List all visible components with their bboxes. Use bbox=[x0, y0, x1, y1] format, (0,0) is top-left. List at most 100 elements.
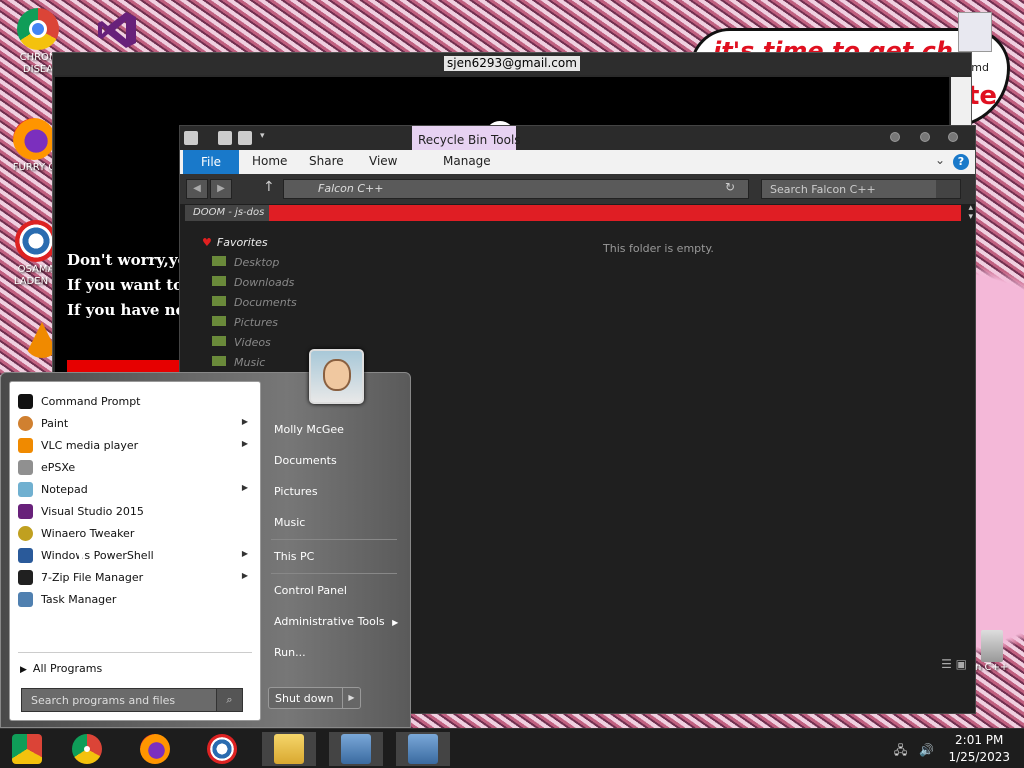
program-paint[interactable]: Paint ▶ bbox=[14, 413, 258, 435]
network-icon[interactable]: 🖧 bbox=[894, 743, 907, 757]
program-command-prompt[interactable]: Command Prompt bbox=[14, 391, 258, 413]
start-pictures[interactable]: Pictures bbox=[274, 485, 318, 498]
maximize-button[interactable] bbox=[920, 132, 930, 142]
admin-tools-label: Administrative Tools bbox=[274, 615, 385, 628]
start-music[interactable]: Music bbox=[274, 516, 305, 529]
desktop-icon-recycle-bin[interactable]: n C++ bbox=[975, 630, 1015, 675]
explorer-search-input[interactable]: Search Falcon C++ bbox=[761, 179, 961, 199]
submenu-arrow-icon: ▶ bbox=[241, 549, 248, 558]
nav-item-videos[interactable]: Videos bbox=[202, 336, 297, 356]
minimize-button[interactable] bbox=[890, 132, 900, 142]
navigation-bar: ◀ ▶ ↑ Falcon C++ ↻ Search Falcon C++ bbox=[180, 174, 975, 204]
taskbar-obama[interactable] bbox=[195, 732, 249, 766]
program-label: Notepad bbox=[41, 483, 88, 496]
user-avatar[interactable] bbox=[309, 349, 364, 404]
submenu-arrow-icon: ▶ bbox=[241, 571, 248, 580]
program-winaero-tweaker[interactable]: Winaero Tweaker bbox=[14, 523, 258, 545]
powershell-icon bbox=[18, 548, 33, 563]
recycle-bin-icon bbox=[981, 630, 1003, 662]
program-label: Visual Studio 2015 bbox=[41, 505, 144, 518]
program-powershell[interactable]: Windows PowerShell ▶ bbox=[14, 545, 258, 567]
start-control-panel[interactable]: Control Panel bbox=[274, 584, 347, 597]
firefox-icon bbox=[13, 118, 55, 160]
nav-item-downloads[interactable]: Downloads bbox=[202, 276, 297, 296]
pinned-bar: DOOM - js-dos ▴ ▾ bbox=[180, 204, 975, 222]
program-7zip[interactable]: 7-Zip File Manager ▶ bbox=[14, 567, 258, 589]
search-icon[interactable]: ⌕ bbox=[216, 689, 242, 711]
submenu-arrow-icon: ▶ bbox=[392, 618, 399, 627]
tab-home[interactable]: Home bbox=[252, 154, 287, 168]
command-prompt-icon bbox=[18, 394, 33, 409]
program-label: ePSXe bbox=[41, 461, 76, 474]
notepad-icon bbox=[18, 482, 33, 497]
refresh-icon[interactable]: ↻ bbox=[725, 180, 735, 194]
winaero-icon bbox=[18, 526, 33, 541]
nav-item-label: Documents bbox=[234, 296, 297, 309]
taskbar-network-app-1[interactable] bbox=[329, 732, 383, 766]
pinned-label[interactable]: DOOM - js-dos bbox=[185, 205, 269, 221]
forward-button[interactable]: ▶ bbox=[210, 179, 232, 199]
context-tab-label: Recycle Bin Tools bbox=[418, 133, 521, 147]
start-user-name[interactable]: Molly McGee bbox=[274, 423, 344, 436]
clock-date: 1/25/2023 bbox=[948, 750, 1010, 764]
start-this-pc[interactable]: This PC bbox=[274, 550, 314, 563]
tab-view[interactable]: View bbox=[369, 154, 397, 168]
program-label: Winaero Tweaker bbox=[41, 527, 135, 540]
nav-favorites[interactable]: ♥ Favorites bbox=[202, 236, 297, 256]
ransom-line: Don't worry,yo bbox=[67, 251, 188, 269]
pinned-scroll-icon[interactable]: ▴ ▾ bbox=[968, 204, 973, 222]
start-menu[interactable]: Command Prompt Paint ▶ VLC media player ▶ … bbox=[0, 349, 411, 728]
taskbar-chrome[interactable] bbox=[60, 732, 114, 766]
start-administrative-tools[interactable]: Administrative Tools ▶ bbox=[274, 615, 398, 628]
explorer-titlebar[interactable]: ▾ Recycle Bin Tools bbox=[180, 126, 975, 176]
start-documents[interactable]: Documents bbox=[274, 454, 337, 467]
program-vlc[interactable]: VLC media player ▶ bbox=[14, 435, 258, 457]
program-notepad[interactable]: Notepad ▶ bbox=[14, 479, 258, 501]
all-programs-button[interactable]: ▶ All Programs bbox=[20, 662, 102, 675]
volume-icon[interactable]: 🔊 bbox=[919, 743, 934, 757]
program-task-manager[interactable]: Task Manager bbox=[14, 589, 258, 611]
large-icons-view-icon[interactable]: ▣ bbox=[956, 657, 967, 671]
program-epsxe[interactable]: ePSXe bbox=[14, 457, 258, 479]
heart-icon: ♥ bbox=[202, 236, 212, 249]
downloads-folder-icon bbox=[212, 276, 226, 286]
tab-file[interactable]: File bbox=[183, 150, 239, 174]
file-explorer-icon bbox=[274, 734, 304, 764]
shutdown-options-arrow-icon[interactable]: ▶ bbox=[342, 688, 360, 708]
new-folder-icon[interactable] bbox=[238, 131, 252, 145]
tab-share[interactable]: Share bbox=[309, 154, 344, 168]
back-button[interactable]: ◀ bbox=[186, 179, 208, 199]
ransomware-titlebar[interactable]: sjen6293@gmail.com bbox=[53, 53, 971, 75]
address-bar[interactable]: Falcon C++ bbox=[283, 179, 749, 199]
nav-item-documents[interactable]: Documents bbox=[202, 296, 297, 316]
nav-favorites-label: Favorites bbox=[216, 236, 268, 249]
taskbar: 🖧 🔊 2:01 PM 1/25/2023 bbox=[0, 728, 1024, 768]
help-icon[interactable]: ? bbox=[953, 154, 969, 170]
start-search-input[interactable]: Search programs and files ⌕ bbox=[21, 688, 243, 712]
desktop-icon-visual-studio[interactable] bbox=[88, 8, 148, 56]
taskbar-file-explorer[interactable] bbox=[262, 732, 316, 766]
clock[interactable]: 2:01 PM 1/25/2023 bbox=[948, 732, 1010, 766]
separator bbox=[18, 652, 252, 653]
close-button[interactable] bbox=[948, 132, 958, 142]
up-arrow-icon[interactable]: ↑ bbox=[263, 179, 275, 195]
start-button[interactable] bbox=[0, 732, 54, 766]
quick-access-dropdown-icon[interactable]: ▾ bbox=[260, 131, 265, 141]
tab-manage[interactable]: Manage bbox=[443, 154, 491, 168]
properties-icon[interactable] bbox=[218, 131, 232, 145]
view-toggle[interactable]: ☰ ▣ bbox=[941, 657, 967, 671]
start-run[interactable]: Run... bbox=[274, 646, 306, 659]
diamond-shortcut-icon[interactable] bbox=[958, 12, 992, 52]
program-label: Paint bbox=[41, 417, 69, 430]
taskbar-firefox[interactable] bbox=[128, 732, 182, 766]
nav-item-pictures[interactable]: Pictures bbox=[202, 316, 297, 336]
program-visual-studio[interactable]: Visual Studio 2015 bbox=[14, 501, 258, 523]
taskbar-network-app-2[interactable] bbox=[396, 732, 450, 766]
ribbon-expand-icon[interactable]: ⌄ bbox=[935, 153, 945, 167]
details-view-icon[interactable]: ☰ bbox=[941, 657, 952, 671]
search-icon[interactable] bbox=[936, 180, 960, 198]
shutdown-button[interactable]: Shut down ▶ bbox=[268, 687, 361, 709]
nav-item-desktop[interactable]: Desktop bbox=[202, 256, 297, 276]
separator bbox=[271, 539, 397, 540]
program-label: Windows PowerShell bbox=[41, 549, 154, 562]
